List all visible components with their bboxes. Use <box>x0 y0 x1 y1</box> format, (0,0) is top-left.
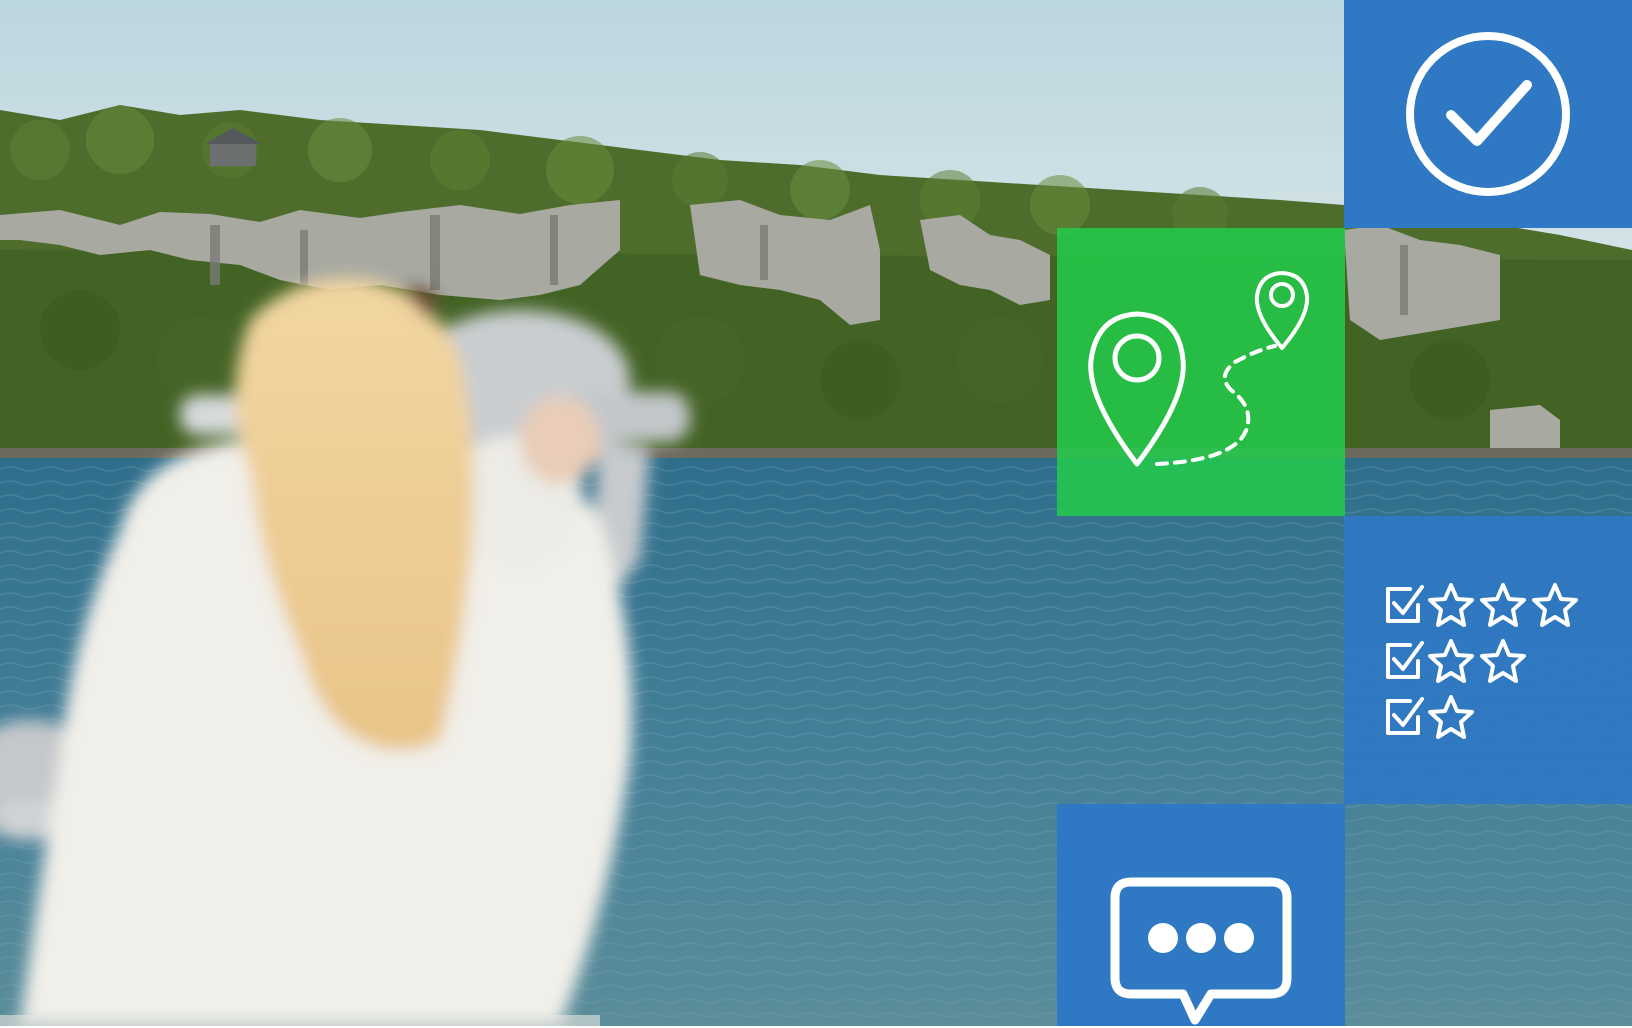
chat-tile <box>1057 804 1345 1026</box>
route-tile <box>1057 228 1345 516</box>
chat-bubble-icon <box>1110 877 1292 1025</box>
house <box>210 142 256 166</box>
checklist-stars-icon <box>1386 583 1578 739</box>
check-circle-icon <box>1406 32 1570 196</box>
map-route-icon <box>1088 271 1310 467</box>
check-tile <box>1344 0 1632 228</box>
rating-tile <box>1344 516 1632 804</box>
